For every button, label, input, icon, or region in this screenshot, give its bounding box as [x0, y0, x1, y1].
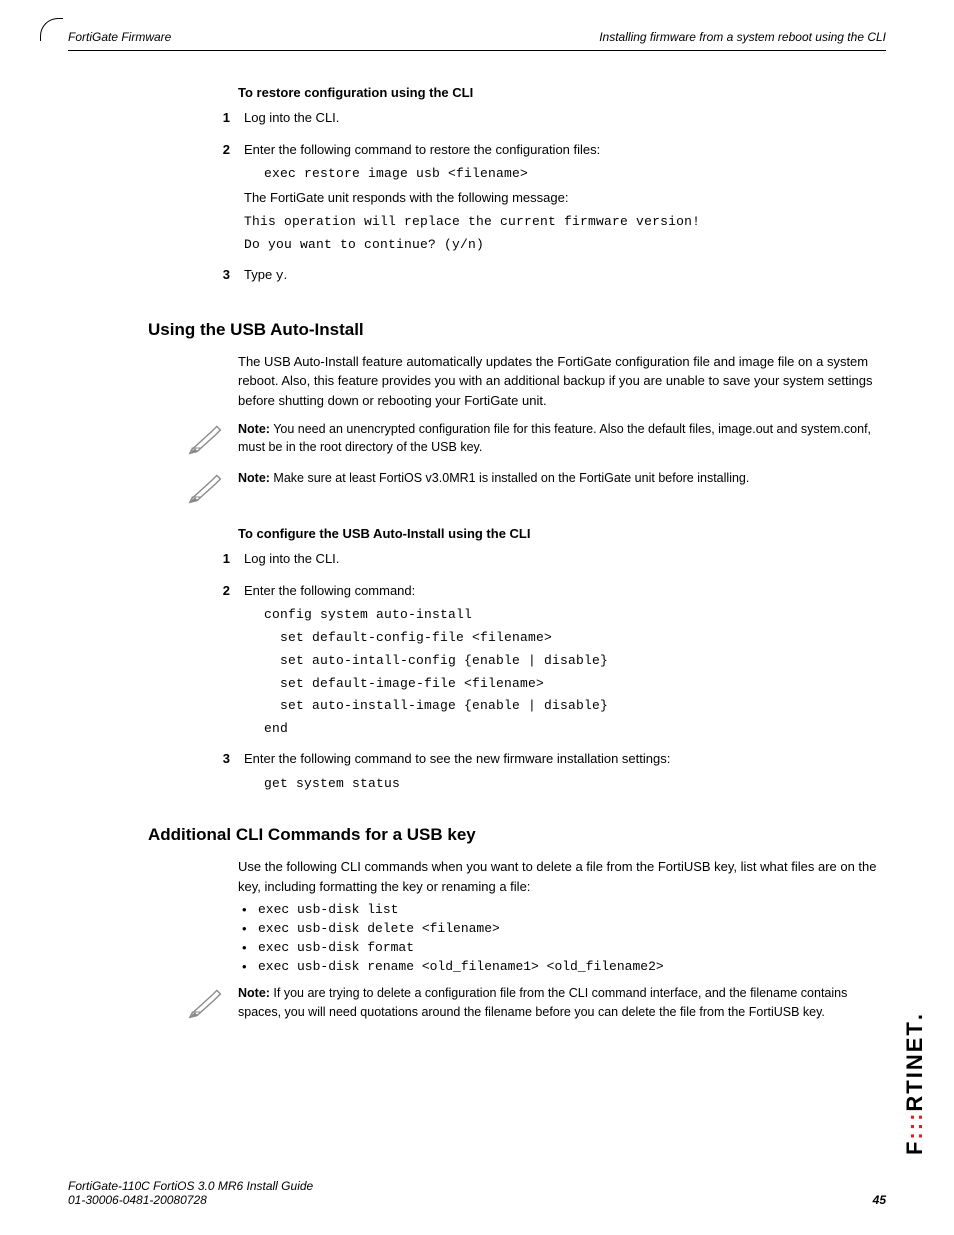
doc-title: FortiGate-110C FortiOS 3.0 MR6 Install G… [68, 1179, 313, 1193]
step: 3 Enter the following command to see the… [238, 749, 886, 797]
note: Note: Make sure at least FortiOS v3.0MR1… [188, 469, 886, 508]
bullet: • [242, 902, 258, 917]
step: 2 Enter the following command to restore… [238, 140, 886, 260]
text: F [902, 1140, 927, 1155]
step-number: 3 [200, 749, 244, 797]
step: 3 Type y. [238, 265, 886, 292]
cli-command: config system auto-install [264, 606, 886, 625]
note-text: Note: You need an unencrypted configurat… [238, 420, 886, 456]
running-header: FortiGate Firmware Installing firmware f… [68, 30, 886, 51]
running-footer: FortiGate-110C FortiOS 3.0 MR6 Install G… [68, 1179, 886, 1207]
cli-command: exec usb-disk list [258, 902, 398, 917]
bullet: • [242, 959, 258, 974]
step-number: 3 [200, 265, 244, 292]
cli-output: Do you want to continue? (y/n) [244, 236, 886, 255]
cli-inline: y [276, 268, 284, 283]
step-number: 1 [200, 108, 244, 134]
procedure-heading: To restore configuration using the CLI [238, 85, 886, 100]
list-item: •exec usb-disk delete <filename> [242, 921, 886, 936]
step-text: Log into the CLI. [244, 108, 339, 128]
step-text: Enter the following command to restore t… [244, 140, 886, 160]
step-text: Type y. [244, 265, 287, 286]
note: Note: If you are trying to delete a conf… [188, 984, 886, 1023]
text: Type [244, 267, 276, 282]
cli-command: end [264, 720, 886, 739]
cli-command: exec usb-disk format [258, 940, 414, 955]
section-heading: Using the USB Auto-Install [148, 320, 886, 340]
note-icon [188, 422, 228, 459]
note-icon [188, 471, 228, 508]
cli-command: set auto-intall-config {enable | disable… [264, 652, 886, 671]
step-number: 2 [200, 581, 244, 744]
footer-left: FortiGate-110C FortiOS 3.0 MR6 Install G… [68, 1179, 313, 1207]
cli-command: set auto-install-image {enable | disable… [264, 697, 886, 716]
logo-accent-icon: ::: [902, 1112, 927, 1140]
step: 2 Enter the following command: config sy… [238, 581, 886, 744]
list-item: •exec usb-disk list [242, 902, 886, 917]
paragraph: The USB Auto-Install feature automatical… [238, 352, 886, 411]
procedure-heading: To configure the USB Auto-Install using … [238, 526, 886, 541]
cli-command: exec usb-disk delete <filename> [258, 921, 500, 936]
step-number: 1 [200, 549, 244, 575]
text: RTINET [902, 1020, 927, 1111]
note-icon [188, 986, 228, 1023]
paragraph: Use the following CLI commands when you … [238, 857, 886, 896]
step-text: Enter the following command to see the n… [244, 749, 886, 769]
note-text: Note: Make sure at least FortiOS v3.0MR1… [238, 469, 749, 487]
cli-command: exec usb-disk rename <old_filename1> <ol… [258, 959, 664, 974]
bullet: • [242, 921, 258, 936]
header-left: FortiGate Firmware [68, 30, 171, 44]
doc-code: 01-30006-0481-20080728 [68, 1193, 313, 1207]
section-heading: Additional CLI Commands for a USB key [148, 825, 886, 845]
step-text: The FortiGate unit responds with the fol… [244, 188, 886, 208]
header-right: Installing firmware from a system reboot… [599, 30, 886, 44]
page-number: 45 [873, 1193, 886, 1207]
note-text: Note: If you are trying to delete a conf… [238, 984, 886, 1020]
note-label: Note: [238, 422, 270, 436]
cli-command: set default-image-file <filename> [264, 675, 886, 694]
step-number: 2 [200, 140, 244, 260]
list-item: •exec usb-disk format [242, 940, 886, 955]
fortinet-logo: F:::RTINET. [902, 1012, 928, 1155]
cli-command: get system status [264, 775, 886, 794]
note-label: Note: [238, 471, 270, 485]
text: You need an unencrypted configuration fi… [238, 422, 871, 454]
cli-output: This operation will replace the current … [244, 213, 886, 232]
note-label: Note: [238, 986, 270, 1000]
note: Note: You need an unencrypted configurat… [188, 420, 886, 459]
cli-command: set default-config-file <filename> [264, 629, 886, 648]
text: If you are trying to delete a configurat… [238, 986, 847, 1018]
bullet: • [242, 940, 258, 955]
cli-command: exec restore image usb <filename> [264, 165, 886, 184]
text: Make sure at least FortiOS v3.0MR1 is in… [270, 471, 749, 485]
step-text: Enter the following command: [244, 581, 886, 601]
page: FortiGate Firmware Installing firmware f… [0, 0, 954, 1235]
step: 1 Log into the CLI. [238, 108, 886, 134]
list-item: •exec usb-disk rename <old_filename1> <o… [242, 959, 886, 974]
step-text: Log into the CLI. [244, 549, 339, 569]
step: 1 Log into the CLI. [238, 549, 886, 575]
main-content: To restore configuration using the CLI 1… [238, 85, 886, 1023]
text: . [284, 267, 288, 282]
